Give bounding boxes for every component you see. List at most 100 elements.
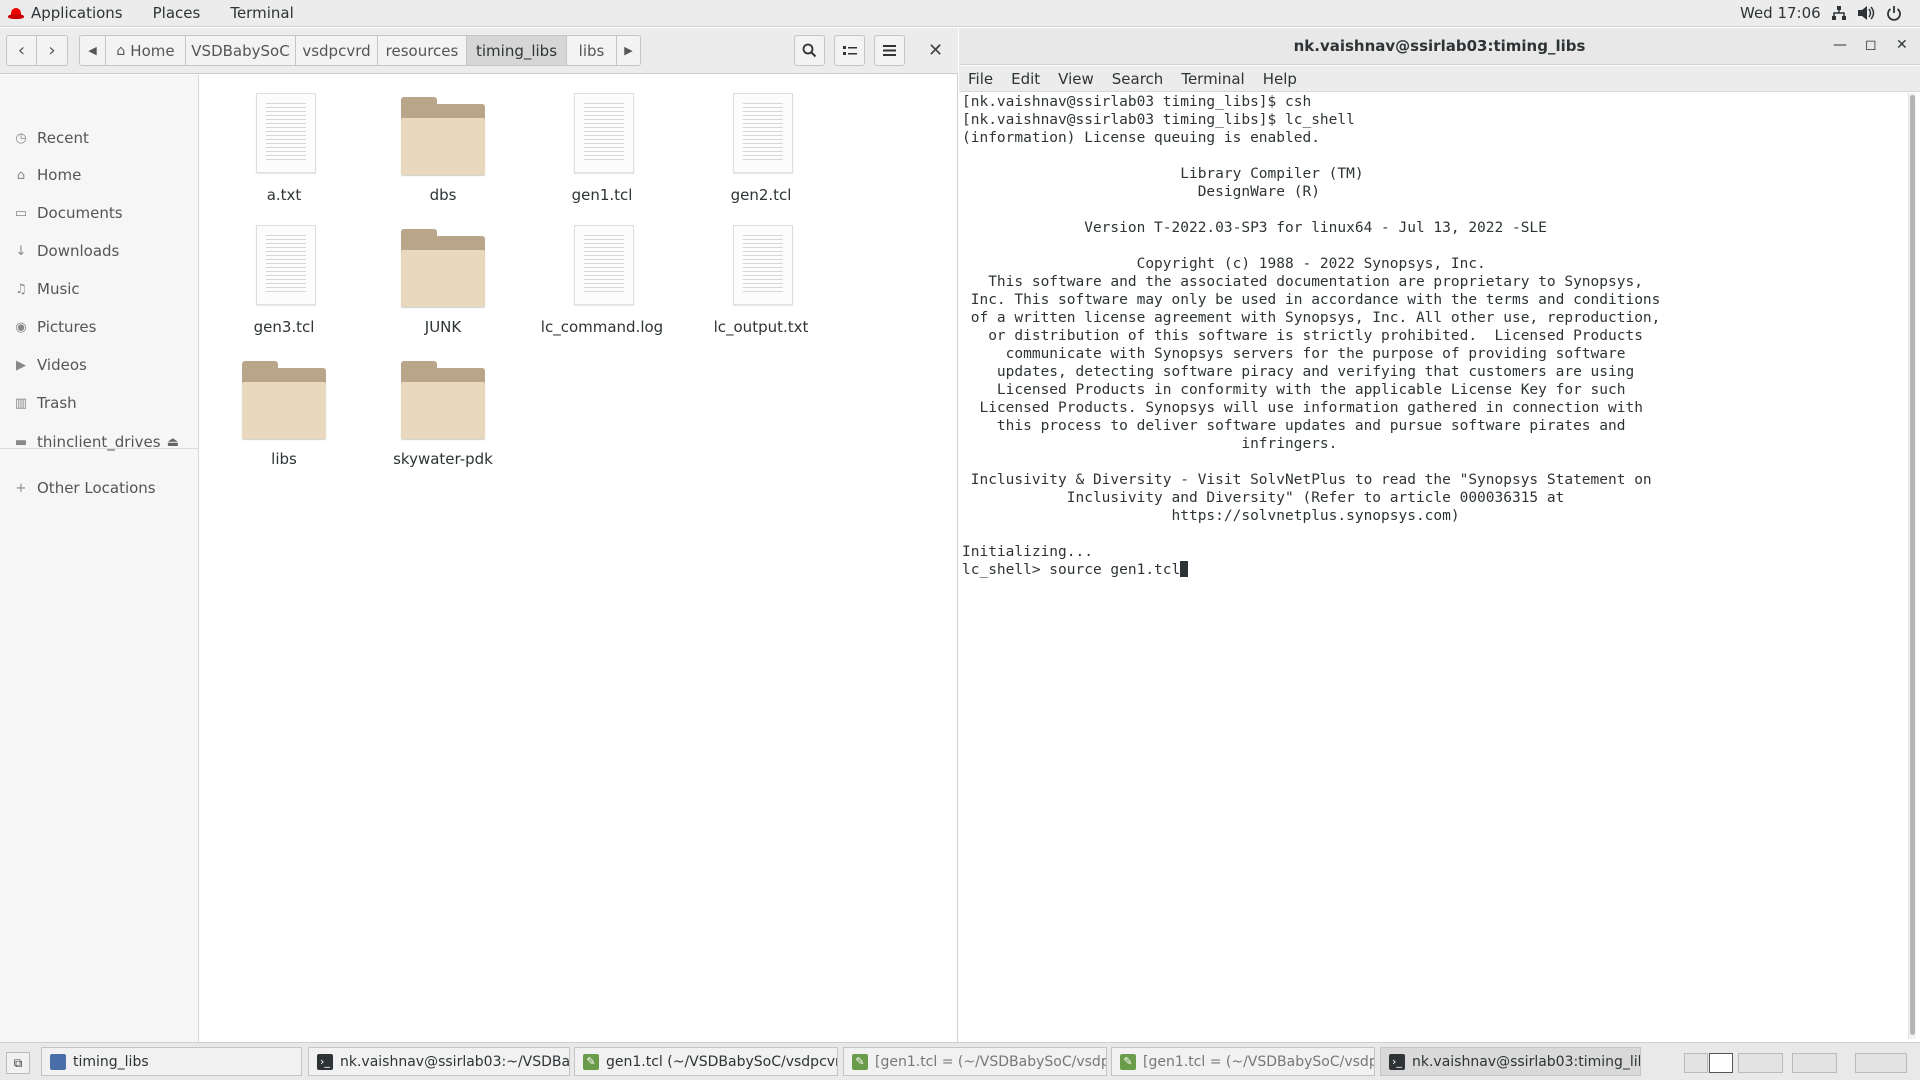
network-icon[interactable] [1830,5,1848,23]
terminal-line: DesignWare (R) [962,184,1320,200]
workspace-3[interactable] [1738,1053,1783,1073]
sidebar-item-label: Documents [37,204,123,222]
taskbar-task-label: [gen1.tcl = (~/VSDBabySoC/vsdpcvr... [1143,1053,1375,1070]
folder-icon [401,97,485,175]
breadcrumb-vsdbabysoc[interactable]: VSDBabySoC [186,35,296,66]
minimize-button[interactable]: — [1833,37,1847,53]
plus-icon: + [15,480,27,496]
scrollbar-thumb[interactable] [1910,95,1915,1035]
file-name: lc_output.txt [713,318,809,336]
terminal-menu-file[interactable]: File [959,70,1002,88]
forward-button[interactable]: › [37,35,68,66]
sidebar-item-pictures[interactable]: ◉ Pictures [0,312,199,342]
video-icon: ▶ [16,357,26,373]
breadcrumb-timing-libs[interactable]: timing_libs [467,35,567,66]
terminal-menu-terminal[interactable]: Terminal [1172,70,1253,88]
folder-item-skywater-pdk[interactable]: skywater-pdk [364,357,514,487]
close-icon: ✕ [928,40,944,61]
maximize-button[interactable]: ◻ [1865,37,1877,53]
breadcrumb-label: vsdpcvrd [302,41,371,60]
terminal-app-menu[interactable]: Terminal [215,0,308,27]
terminal-title: nk.vaishnav@ssirlab03:timing_libs [1293,37,1586,55]
sidebar-item-thinclient-drives[interactable]: ▬ thinclient_drives ⏏ [0,427,199,457]
text-file-icon [574,225,634,305]
sidebar-separator [0,448,199,449]
taskbar-task-1[interactable]: timing_libs [41,1047,302,1076]
places-menu[interactable]: Places [138,0,216,27]
triangle-left-icon: ◀ [88,44,97,57]
breadcrumb-libs[interactable]: libs [567,35,617,66]
chevron-left-icon: ‹ [17,40,26,61]
breadcrumb-label: resources [385,41,459,60]
terminal-menu-search[interactable]: Search [1103,70,1173,88]
terminal-menu-help[interactable]: Help [1254,70,1306,88]
terminal-menu-edit[interactable]: Edit [1002,70,1049,88]
sidebar-item-trash[interactable]: ▥ Trash [0,388,199,418]
folder-item-dbs[interactable]: dbs [364,93,514,223]
taskbar-task-2[interactable]: ›_ nk.vaishnav@ssirlab03:~/VSDBabySo... [308,1047,570,1076]
terminal-cursor [1180,561,1189,577]
workspace-2[interactable] [1709,1053,1733,1073]
terminal-line: This software and the associated documen… [962,274,1643,290]
sidebar-item-label: Other Locations [37,479,156,497]
breadcrumb-vsdpcvrd[interactable]: vsdpcvrd [296,35,378,66]
sidebar-item-label: Home [37,166,82,184]
workspace-5[interactable] [1855,1053,1907,1073]
show-desktop-button[interactable]: ⧉ [6,1052,30,1074]
breadcrumb-resources[interactable]: resources [378,35,467,66]
sidebar-item-other-locations[interactable]: + Other Locations [0,473,199,503]
workspace-1[interactable] [1684,1053,1708,1073]
menu-button[interactable] [874,35,905,66]
terminal-scrollbar[interactable] [1908,93,1916,1039]
back-button[interactable]: ‹ [6,35,37,66]
volume-icon[interactable] [1857,5,1875,23]
sidebar-item-recent[interactable]: ◷ Recent [0,123,199,153]
path-scroll-right-button[interactable]: ▶ [617,35,641,66]
file-manager-header: ‹ › ◀ ⌂ Home VSDBabySoC vsdpcvrd resourc… [0,28,958,74]
taskbar-task-4[interactable]: ✎ [gen1.tcl = (~/VSDBabySoC/vsdpcvr... [843,1047,1107,1076]
folder-icon [242,361,326,439]
terminal-menu-view[interactable]: View [1049,70,1103,88]
applications-menu[interactable]: Applications [0,0,138,27]
taskbar-task-label: gen1.tcl (~/VSDBabySoC/vsdpcvrd/r... [606,1053,837,1070]
sidebar-item-home[interactable]: ⌂ Home [0,160,199,190]
taskbar-task-label: nk.vaishnav@ssirlab03:timing_libs [1412,1053,1641,1070]
terminal-output[interactable]: [nk.vaishnav@ssirlab03 timing_libs]$ csh… [962,93,1912,1039]
file-item-lc-output-txt[interactable]: lc_output.txt [682,225,832,355]
sidebar-item-label: Trash [37,394,77,412]
file-item-gen2-tcl[interactable]: gen2.tcl [682,93,832,223]
terminal-line: Inclusivity and Diversity" (Refer to art… [962,490,1565,506]
file-item-lc-command-log[interactable]: lc_command.log [523,225,673,355]
taskbar-task-5[interactable]: ✎ [gen1.tcl = (~/VSDBabySoC/vsdpcvr... [1111,1047,1375,1076]
music-icon: ♫ [15,281,27,297]
folder-item-libs[interactable]: libs [205,357,355,487]
sidebar-item-downloads[interactable]: ↓ Downloads [0,236,199,266]
folder-icon [401,361,485,439]
taskbar-task-6[interactable]: ›_ nk.vaishnav@ssirlab03:timing_libs [1380,1047,1641,1076]
terminal-line: Copyright (c) 1988 - 2022 Synopsys, Inc. [962,256,1486,272]
breadcrumb-home[interactable]: ⌂ Home [106,35,186,66]
sidebar-item-documents[interactable]: ▭ Documents [0,198,199,228]
search-button[interactable] [794,35,825,66]
file-item-a-txt[interactable]: a.txt [205,93,355,223]
clock[interactable]: Wed 17:06 [1740,0,1821,27]
folder-item-junk[interactable]: JUNK [364,225,514,355]
sidebar-item-label: Recent [37,129,89,147]
breadcrumb-label: VSDBabySoC [191,41,290,60]
file-item-gen3-tcl[interactable]: gen3.tcl [205,225,355,355]
sidebar-item-music[interactable]: ♫ Music [0,274,199,304]
power-icon[interactable] [1885,5,1903,23]
taskbar-task-3[interactable]: ✎ gen1.tcl (~/VSDBabySoC/vsdpcvrd/r... [574,1047,838,1076]
terminal-app-menu-label: Terminal [230,4,294,22]
workspace-4[interactable] [1792,1053,1837,1073]
close-button[interactable]: ✕ [928,40,943,61]
file-item-gen1-tcl[interactable]: gen1.tcl [523,93,673,223]
view-toggle-button[interactable] [834,35,865,66]
close-button[interactable]: ✕ [1896,37,1908,53]
taskbar-task-label: nk.vaishnav@ssirlab03:~/VSDBabySo... [340,1053,570,1070]
terminal-window: nk.vaishnav@ssirlab03:timing_libs — ◻ ✕ … [959,28,1920,1042]
sidebar-item-videos[interactable]: ▶ Videos [0,350,199,380]
chevron-right-icon: › [48,40,56,61]
path-scroll-left-button[interactable]: ◀ [79,35,106,66]
terminal-line: [nk.vaishnav@ssirlab03 timing_libs]$ csh [962,94,1312,110]
